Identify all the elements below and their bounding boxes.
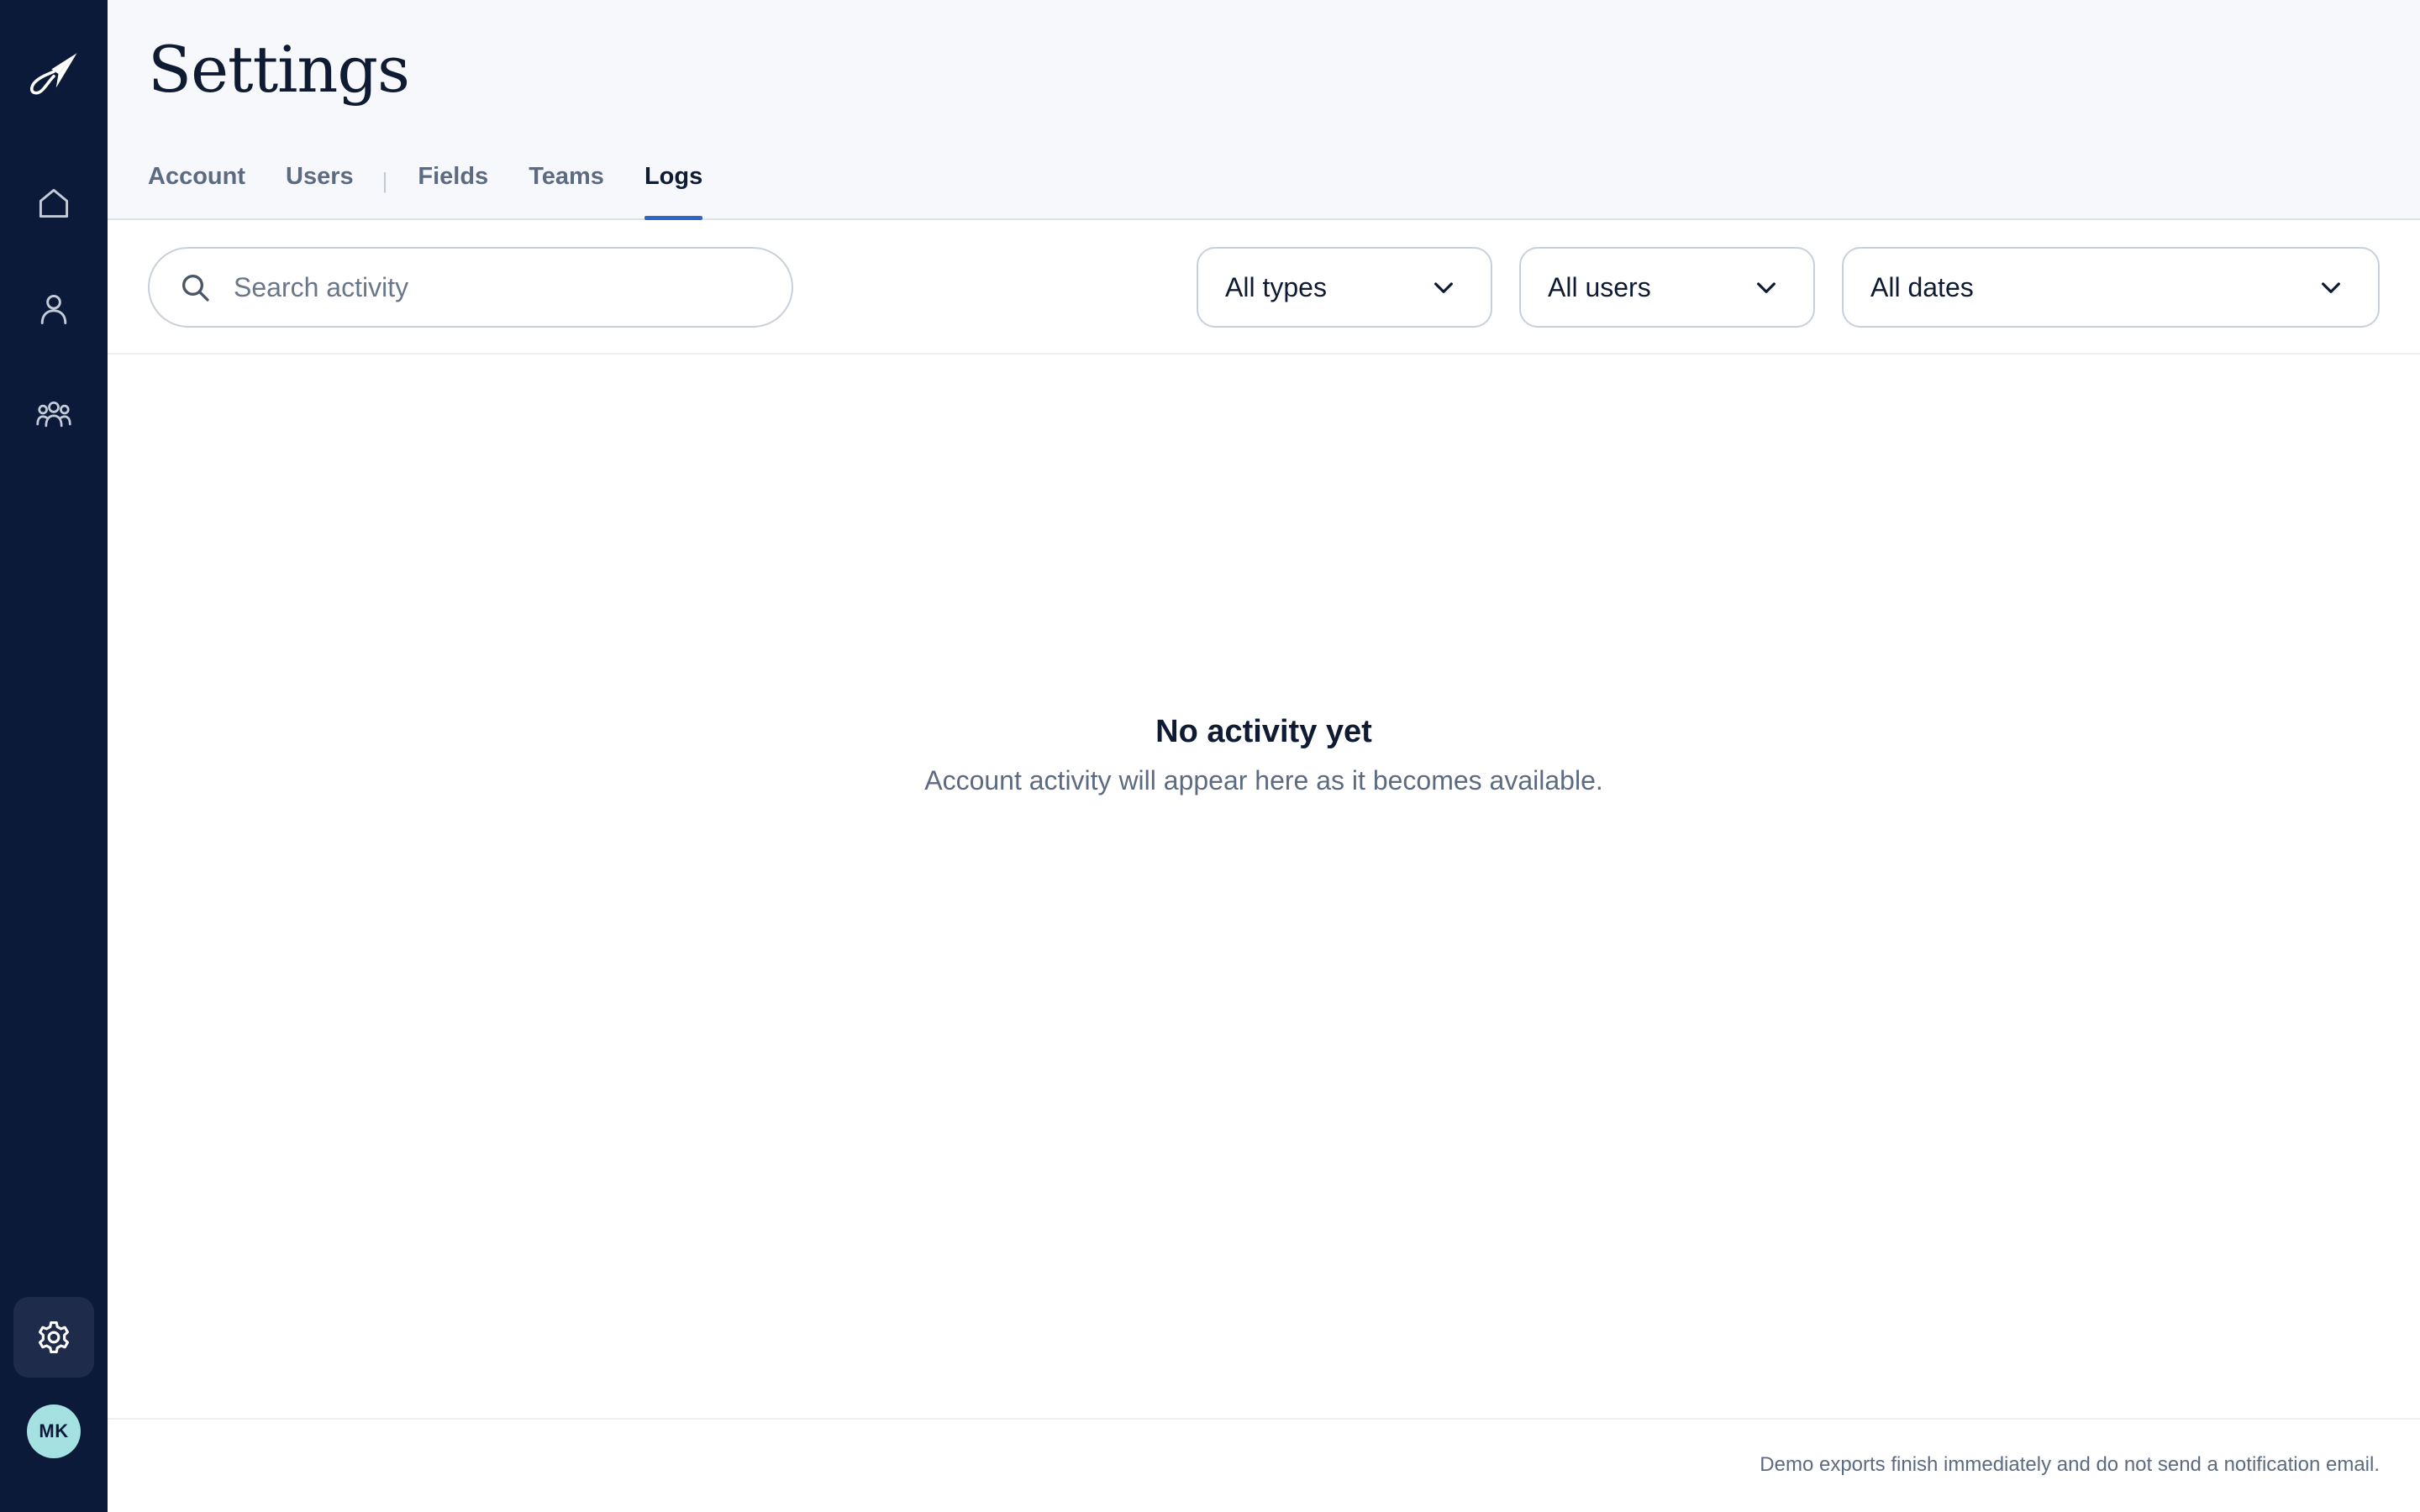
home-icon xyxy=(39,188,69,218)
search-box[interactable] xyxy=(148,247,793,328)
footer-note: Demo exports finish immediately and do n… xyxy=(1760,1453,2380,1476)
search-icon xyxy=(182,275,209,302)
sidebar: MK xyxy=(0,0,108,1512)
paper-plane-logo-icon xyxy=(30,53,77,95)
sidebar-item-settings[interactable] xyxy=(13,1297,94,1378)
sidebar-item-teams[interactable] xyxy=(13,375,94,455)
page-title: Settings xyxy=(148,32,410,107)
tab-account[interactable]: Account xyxy=(148,160,245,220)
settings-tabs: Account Users | Fields Teams Logs xyxy=(148,160,743,220)
user-select[interactable]: All users xyxy=(1519,247,1815,328)
empty-state-subtitle: Account activity will appear here as it … xyxy=(924,765,1603,795)
chevron-down-icon xyxy=(1757,282,1776,293)
tab-divider: | xyxy=(381,168,388,193)
footer: Demo exports finish immediately and do n… xyxy=(108,1418,2420,1512)
search-input[interactable] xyxy=(234,271,771,303)
app-root: MK Settings Account Users | Fields Teams… xyxy=(0,0,2420,1512)
user-icon xyxy=(40,294,67,324)
empty-state: No activity yet Account activity will ap… xyxy=(108,714,2420,796)
tab-logs[interactable]: Logs xyxy=(644,160,703,220)
tab-fields[interactable]: Fields xyxy=(418,160,488,220)
date-select-value: All dates xyxy=(1870,271,1974,302)
tab-teams[interactable]: Teams xyxy=(529,160,604,220)
gear-icon xyxy=(38,1321,70,1353)
chevron-down-icon xyxy=(2322,282,2340,293)
logo-button[interactable] xyxy=(13,34,94,114)
chevron-down-icon xyxy=(1434,282,1453,293)
type-select-value: All types xyxy=(1225,271,1327,302)
filter-bar: All types All users All dates xyxy=(108,220,2420,354)
date-select[interactable]: All dates xyxy=(1842,247,2380,328)
avatar[interactable]: MK xyxy=(27,1404,81,1458)
tab-users[interactable]: Users xyxy=(286,160,354,220)
page-header: Settings Account Users | Fields Teams Lo… xyxy=(108,0,2420,220)
user-select-value: All users xyxy=(1548,271,1651,302)
type-select[interactable]: All types xyxy=(1197,247,1492,328)
sidebar-item-users[interactable] xyxy=(13,269,94,349)
sidebar-item-home[interactable] xyxy=(13,163,94,244)
empty-state-title: No activity yet xyxy=(1155,714,1372,749)
team-icon xyxy=(36,401,71,428)
